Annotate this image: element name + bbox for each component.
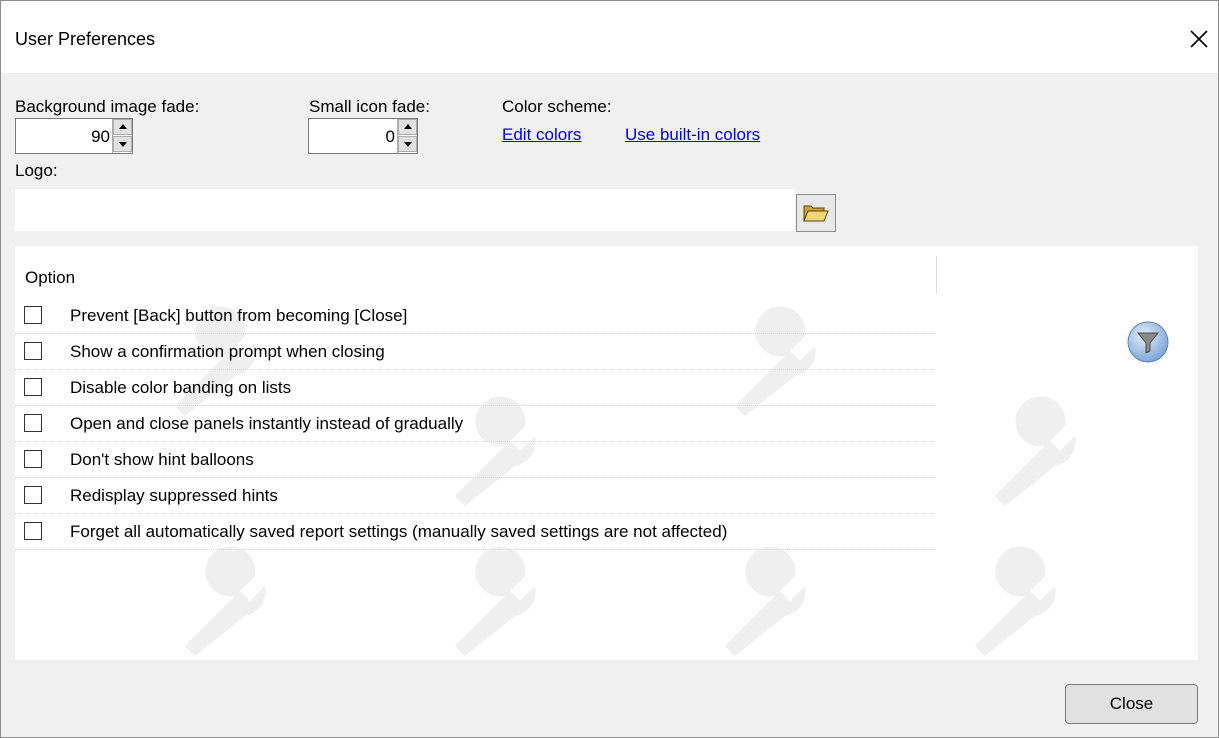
option-row[interactable]: Redisplay suppressed hints [15, 478, 936, 514]
arrow-down-icon [404, 142, 412, 147]
column-divider [936, 256, 937, 294]
option-column-header[interactable]: Option [25, 268, 75, 288]
background-fade-value: 90 [91, 127, 110, 146]
spinner-buttons [397, 119, 417, 153]
background-fade-up-button[interactable] [113, 119, 132, 135]
option-row[interactable]: Don't show hint balloons [15, 442, 936, 478]
option-row[interactable]: Forget all automatically saved report se… [15, 514, 936, 550]
option-checkbox[interactable] [24, 306, 42, 324]
spinner-buttons [112, 119, 132, 153]
option-checkbox[interactable] [24, 486, 42, 504]
option-row[interactable]: Disable color banding on lists [15, 370, 936, 406]
filter-button[interactable] [1126, 320, 1170, 364]
option-checkbox[interactable] [24, 414, 42, 432]
icon-fade-label: Small icon fade: [309, 97, 430, 116]
wrench-icon [995, 396, 1076, 506]
filter-icon [1127, 321, 1169, 363]
use-builtin-colors-link[interactable]: Use built-in colors [625, 125, 760, 145]
option-row[interactable]: Prevent [Back] button from becoming [Clo… [15, 298, 936, 334]
option-row[interactable]: Open and close panels instantly instead … [15, 406, 936, 442]
folder-open-icon [803, 205, 829, 222]
option-label: Prevent [Back] button from becoming [Clo… [70, 306, 408, 325]
icon-fade-spinner[interactable]: 0 [308, 118, 418, 154]
browse-logo-button[interactable] [796, 194, 836, 232]
edit-colors-link[interactable]: Edit colors [502, 125, 581, 145]
option-label: Forget all automatically saved report se… [70, 522, 728, 541]
option-label: Open and close panels instantly instead … [70, 414, 464, 433]
background-fade-spinner[interactable]: 90 [15, 118, 133, 154]
title-bar: User Preferences [1, 1, 1218, 73]
background-fade-down-button[interactable] [113, 136, 132, 152]
color-scheme-label: Color scheme: [502, 97, 612, 116]
option-label: Show a confirmation prompt when closing [70, 342, 385, 361]
arrow-up-icon [404, 124, 412, 129]
icon-fade-down-button[interactable] [398, 136, 417, 152]
wrench-icon [975, 546, 1056, 656]
arrow-up-icon [119, 124, 127, 129]
wrench-icon [725, 546, 806, 656]
option-label: Disable color banding on lists [70, 378, 292, 397]
logo-label: Logo: [15, 161, 58, 180]
window-close-button[interactable] [1181, 21, 1217, 57]
option-checkbox[interactable] [24, 342, 42, 360]
option-checkbox[interactable] [24, 378, 42, 396]
option-label: Redisplay suppressed hints [70, 486, 278, 505]
dialog-title: User Preferences [15, 29, 156, 49]
wrench-icon [185, 546, 266, 656]
close-button[interactable]: Close [1065, 684, 1198, 724]
wrench-icon [455, 546, 536, 656]
icon-fade-value: 0 [385, 127, 395, 146]
background-fade-label: Background image fade: [15, 97, 200, 116]
option-checkbox[interactable] [24, 522, 42, 540]
icon-fade-up-button[interactable] [398, 119, 417, 135]
close-icon [1190, 30, 1208, 48]
preferences-dialog: User Preferences Background image fade: … [0, 0, 1219, 738]
option-checkbox[interactable] [24, 450, 42, 468]
logo-path-field[interactable] [15, 189, 795, 231]
options-list: Option Prevent [Back] button from becomi… [15, 246, 1198, 660]
option-row[interactable]: Show a confirmation prompt when closing [15, 334, 936, 370]
arrow-down-icon [119, 142, 127, 147]
option-label: Don't show hint balloons [70, 450, 254, 469]
